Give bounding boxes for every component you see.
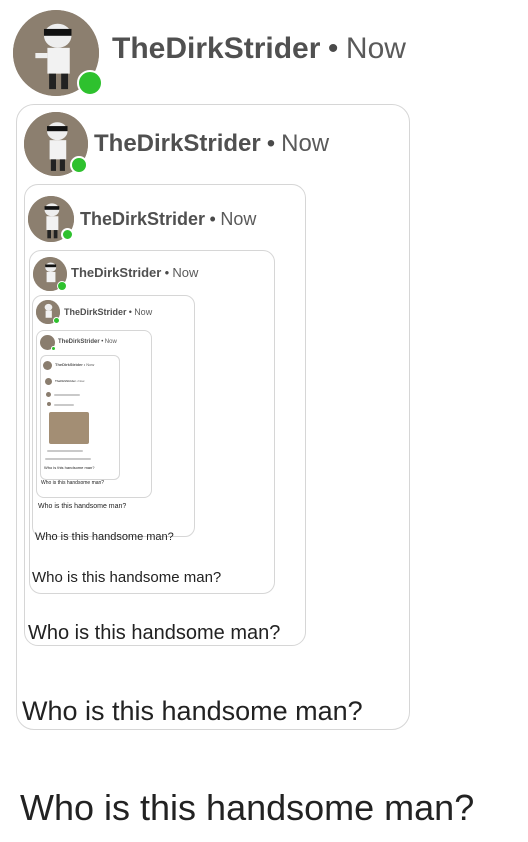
post-header: TheDirkStrider•Now (55, 362, 94, 367)
collapsed-text-line (45, 458, 91, 460)
post-text: Who is this handsome man? (38, 503, 127, 510)
separator-dot: • (209, 209, 216, 229)
separator-dot: • (266, 130, 276, 157)
post-header: TheDirkStrider•Now (94, 130, 329, 158)
post-level-0: TheDirkStrider • Now TheDirkStrider • Now Th (0, 0, 528, 842)
collapsed-text-line (54, 404, 74, 406)
avatar (43, 361, 52, 370)
online-status-dot (77, 70, 103, 96)
username[interactable]: TheDirkStrider (71, 265, 161, 280)
post-text: Who is this handsome man? (20, 787, 475, 828)
post-text: Who is this handsome man? (28, 622, 281, 644)
username: TheDirkStrider (55, 379, 76, 383)
username[interactable]: TheDirkStrider (80, 209, 205, 229)
timestamp: Now (345, 32, 406, 65)
separator-dot: • (128, 307, 132, 317)
online-status-dot (57, 281, 67, 291)
username[interactable]: TheDirkStrider (94, 130, 261, 157)
separator-dot: • (83, 362, 86, 367)
avatar[interactable] (40, 335, 56, 351)
timestamp: Now (86, 362, 95, 367)
online-status-dot (70, 156, 88, 174)
collapsed-text-line (47, 450, 83, 452)
collapsed-text-line (54, 394, 80, 396)
post-text: Who is this handsome man? (35, 531, 174, 543)
timestamp: Now (78, 379, 85, 383)
online-status-dot (51, 346, 56, 351)
online-status-dot (53, 317, 60, 324)
post-header: TheDirkStrider•Now (64, 307, 152, 317)
post-header: TheDirkStrider•Now (112, 32, 406, 66)
post-text: Who is this handsome man? (32, 569, 222, 586)
avatar[interactable] (33, 257, 67, 291)
separator-dot: • (327, 32, 339, 65)
post-header: TheDirkStrider•Now (71, 265, 198, 280)
timestamp: Now (172, 265, 199, 280)
username[interactable]: TheDirkStrider (58, 339, 100, 345)
avatar[interactable] (13, 10, 103, 96)
timestamp: Now (104, 339, 117, 345)
avatar[interactable] (36, 300, 60, 324)
online-status-dot (61, 228, 74, 241)
avatar[interactable] (24, 112, 88, 176)
avatar (47, 402, 51, 406)
post-header: TheDirkStrider•Now (58, 339, 117, 345)
username[interactable]: TheDirkStrider (112, 32, 320, 65)
username[interactable]: TheDirkStrider (64, 307, 127, 317)
avatar[interactable] (28, 196, 74, 242)
avatar (46, 392, 51, 397)
username: TheDirkStrider (55, 362, 83, 367)
separator-dot: • (101, 339, 104, 345)
timestamp: Now (281, 130, 330, 157)
timestamp: Now (220, 209, 257, 229)
post-header: TheDirkStrider•Now (55, 379, 84, 383)
avatar (45, 378, 52, 385)
avatar-thumbnail (49, 412, 89, 444)
post-text: Who is this handsome man? (44, 465, 95, 470)
post-header: TheDirkStrider•Now (80, 209, 256, 230)
post-text: Who is this handsome man? (41, 480, 105, 486)
timestamp: Now (134, 307, 153, 317)
post-text: Who is this handsome man? (22, 696, 363, 726)
separator-dot: • (164, 265, 170, 280)
